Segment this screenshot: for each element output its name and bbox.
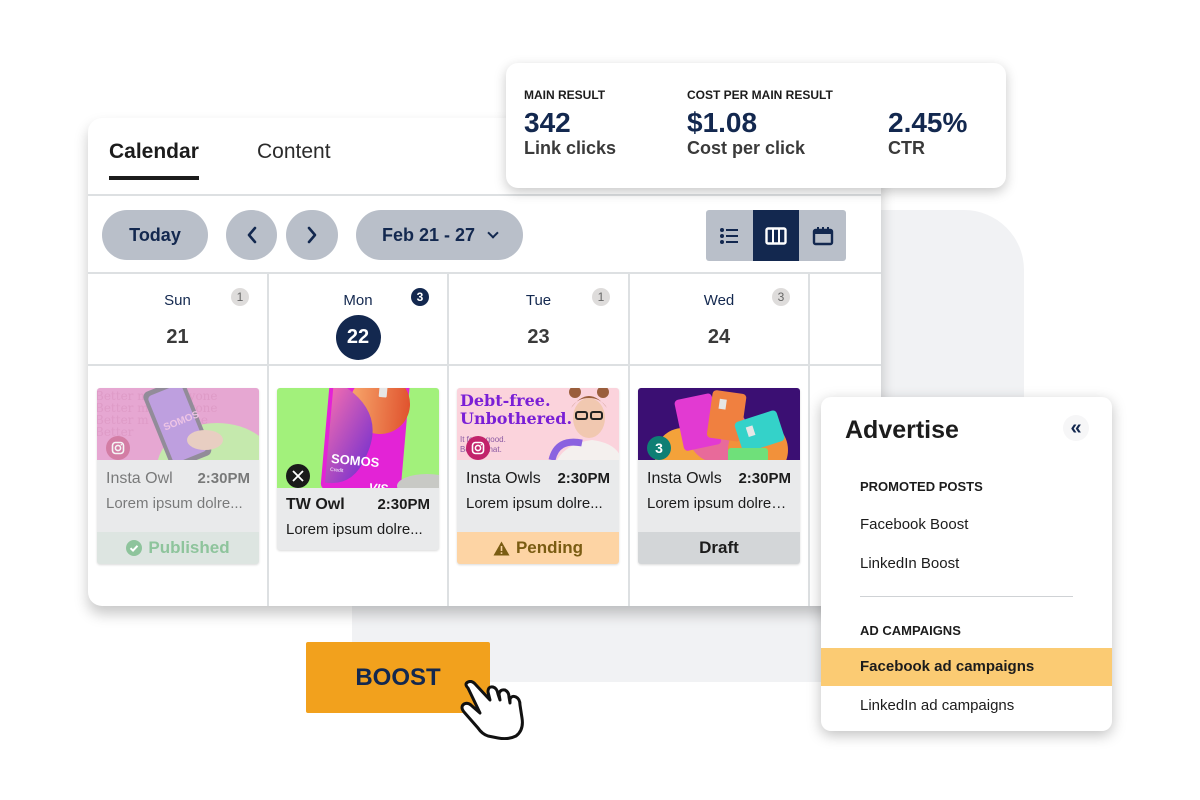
day-header: Sun 1 21 bbox=[88, 274, 267, 366]
metric-label: COST PER MAIN RESULT bbox=[687, 88, 833, 102]
metric-value: 2.45% bbox=[888, 107, 968, 138]
date-range-label: Feb 21 - 27 bbox=[381, 224, 476, 245]
multi-network-count-badge: 3 bbox=[647, 436, 671, 460]
post-count-badge: 3 bbox=[411, 288, 429, 306]
post-meta: Insta Owls 2:30PM Lorem ipsum dolre... bbox=[457, 460, 619, 532]
date-range-dropdown[interactable]: Feb 21 - 27 bbox=[356, 210, 523, 260]
post-time: 2:30PM bbox=[557, 470, 610, 487]
post-account: TW Owl bbox=[286, 496, 345, 513]
post-meta: Insta Owls 2:30PM Lorem ipsum dolrem... bbox=[638, 460, 800, 532]
post-description: Lorem ipsum dolre... bbox=[466, 495, 603, 512]
check-circle-icon bbox=[126, 540, 143, 556]
section-ad-campaigns: AD CAMPAIGNS bbox=[860, 623, 961, 638]
chevron-down-icon bbox=[487, 227, 499, 239]
post-count-badge: 3 bbox=[772, 288, 790, 306]
post-card[interactable]: Debt-free. Unbothered. It feels good. Be… bbox=[457, 388, 619, 564]
metric-cost-per-result: COST PER MAIN RESULT $1.08 Cost per clic… bbox=[687, 88, 833, 159]
svg-text:Credit: Credit bbox=[330, 467, 344, 474]
post-thumbnail: 3 bbox=[638, 388, 800, 460]
menu-item-facebook-ad-campaigns[interactable]: Facebook ad campaigns bbox=[821, 648, 1112, 686]
svg-text:Debt-free.: Debt-free. bbox=[460, 391, 551, 410]
post-thumbnail: Better m r everyone Better m r everyone … bbox=[97, 388, 259, 460]
post-time: 2:30PM bbox=[738, 470, 791, 487]
view-toggle bbox=[706, 210, 846, 261]
post-thumbnail: SOMOS Credit VIS bbox=[277, 388, 439, 488]
tab-content[interactable]: Content bbox=[257, 140, 331, 164]
day-number[interactable]: 24 bbox=[630, 326, 808, 349]
post-description: Lorem ipsum dolrem... bbox=[647, 495, 791, 512]
status-pending: Pending bbox=[457, 532, 619, 564]
calendar-toolbar: Today Feb 21 - 27 bbox=[88, 196, 881, 274]
previous-week-button[interactable] bbox=[226, 210, 277, 260]
day-number[interactable]: 23 bbox=[449, 326, 628, 349]
metric-value: $1.08 bbox=[687, 107, 758, 138]
post-time: 2:30PM bbox=[377, 496, 430, 513]
post-account: Insta Owls bbox=[647, 470, 722, 487]
day-header: Wed 3 24 bbox=[630, 274, 808, 366]
post-card[interactable]: 3 Insta Owls 2:30PM Lorem ipsum dolrem...… bbox=[638, 388, 800, 564]
section-promoted-posts: PROMOTED POSTS bbox=[860, 479, 983, 494]
month-view-button[interactable] bbox=[799, 210, 846, 261]
next-week-button[interactable] bbox=[286, 210, 338, 260]
metric-sublabel: CTR bbox=[888, 138, 925, 158]
day-column-sun: Sun 1 21 Better m r everyone Better m r … bbox=[88, 274, 269, 606]
metric-sublabel: Cost per click bbox=[687, 138, 806, 158]
day-header bbox=[810, 274, 881, 366]
collapse-panel-button[interactable]: « bbox=[1063, 415, 1089, 441]
day-number-today[interactable]: 22 bbox=[269, 315, 447, 360]
status-published: Published bbox=[97, 532, 259, 564]
post-count-badge: 1 bbox=[231, 288, 249, 306]
svg-text:VIS: VIS bbox=[368, 480, 388, 488]
warning-icon bbox=[493, 541, 510, 555]
post-meta: TW Owl 2:30PM Lorem ipsum dolre... bbox=[277, 488, 439, 550]
pointer-hand-icon bbox=[460, 680, 524, 740]
post-account: Insta Owls bbox=[466, 470, 541, 487]
chevron-left-icon bbox=[247, 226, 256, 244]
x-twitter-icon bbox=[286, 464, 310, 488]
calendar-card: Calendar Content Today Feb 21 - 27 Sun 1… bbox=[88, 118, 881, 606]
menu-item-facebook-boost[interactable]: Facebook Boost bbox=[821, 506, 1112, 544]
metric-sublabel: Link clicks bbox=[524, 138, 617, 158]
metrics-card: MAIN RESULT 342 Link clicks COST PER MAI… bbox=[506, 63, 1006, 188]
chevron-right-icon bbox=[307, 226, 317, 244]
post-count-badge: 1 bbox=[592, 288, 610, 306]
day-column-wed: Wed 3 24 3 Insta Owls 2:30PM Lorem ipsum… bbox=[630, 274, 810, 606]
post-account: Insta Owl bbox=[106, 470, 173, 487]
metric-label: MAIN RESULT bbox=[524, 88, 606, 102]
metric-ctr: 2.45% CTR bbox=[888, 88, 967, 159]
svg-text:Unbothered.: Unbothered. bbox=[460, 409, 572, 428]
double-chevron-left-icon: « bbox=[1070, 416, 1082, 439]
instagram-icon bbox=[106, 436, 130, 460]
list-view-icon bbox=[720, 227, 739, 244]
week-view-button[interactable] bbox=[752, 210, 800, 261]
day-column-tue: Tue 1 23 Debt-free. Unbothered. It feels… bbox=[449, 274, 630, 606]
week-grid: Sun 1 21 Better m r everyone Better m r … bbox=[88, 274, 881, 606]
day-header: Mon 3 22 bbox=[269, 274, 447, 366]
post-card[interactable]: SOMOS Credit VIS TW Owl 2:30PM Lorem ipsu… bbox=[277, 388, 439, 550]
post-meta: Insta Owl 2:30PM Lorem ipsum dolre... bbox=[97, 460, 259, 532]
advertise-panel: Advertise « PROMOTED POSTS Facebook Boos… bbox=[821, 397, 1112, 731]
instagram-icon bbox=[466, 436, 490, 460]
status-draft: Draft bbox=[638, 532, 800, 564]
day-header: Tue 1 23 bbox=[449, 274, 628, 366]
menu-item-linkedin-ad-campaigns[interactable]: LinkedIn ad campaigns bbox=[821, 687, 1112, 725]
divider bbox=[860, 596, 1073, 597]
metric-value: 342 bbox=[524, 107, 571, 138]
post-time: 2:30PM bbox=[197, 470, 250, 487]
post-card[interactable]: Better m r everyone Better m r everyone … bbox=[97, 388, 259, 564]
post-thumbnail: Debt-free. Unbothered. It feels good. Be… bbox=[457, 388, 619, 460]
week-columns-icon bbox=[765, 226, 787, 245]
day-number[interactable]: 21 bbox=[88, 326, 267, 349]
metric-main-result: MAIN RESULT 342 Link clicks bbox=[524, 88, 616, 159]
list-view-button[interactable] bbox=[706, 210, 753, 261]
advertise-title: Advertise bbox=[845, 416, 959, 444]
tab-calendar[interactable]: Calendar bbox=[109, 140, 199, 180]
day-column-mon: Mon 3 22 SOMOS Credit TW Owl 2:30PM Lore… bbox=[269, 274, 449, 606]
post-description: Lorem ipsum dolre... bbox=[286, 521, 423, 538]
month-calendar-icon bbox=[812, 226, 833, 245]
menu-item-linkedin-boost[interactable]: LinkedIn Boost bbox=[821, 545, 1112, 583]
post-description: Lorem ipsum dolre... bbox=[106, 495, 243, 512]
metric-label bbox=[888, 88, 967, 104]
today-button[interactable]: Today bbox=[102, 210, 208, 260]
